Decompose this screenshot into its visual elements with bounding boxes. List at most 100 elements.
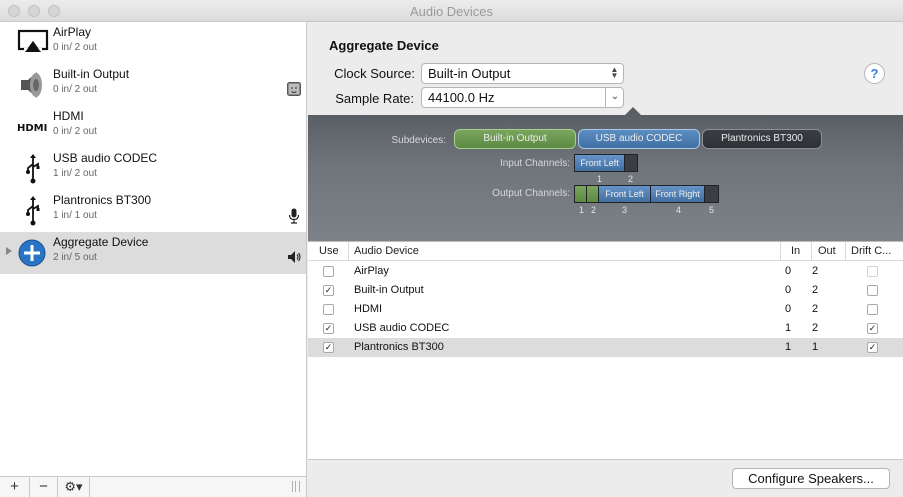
device-io: 0 in/ 2 out: [53, 126, 97, 137]
device-name: HDMI: [53, 109, 84, 123]
sample-rate-value: 44100.0 Hz: [428, 90, 495, 105]
use-checkbox[interactable]: ✓: [323, 342, 334, 353]
sidebar-toolbar: + − ⚙▾: [0, 476, 307, 497]
output-channel-5[interactable]: [705, 186, 718, 202]
column-divider[interactable]: [780, 242, 781, 261]
output-channel-number: 1: [579, 205, 585, 215]
in-cell: 1: [785, 341, 792, 353]
table-row[interactable]: ✓ Built-in Output 0 2: [308, 281, 903, 300]
use-checkbox[interactable]: [323, 304, 334, 315]
output-channel-number: 4: [676, 205, 682, 215]
disclosure-triangle-icon[interactable]: [6, 247, 12, 255]
help-button[interactable]: ?: [864, 63, 885, 84]
input-channel-number: 1: [597, 174, 603, 184]
subdevice-plantronics-bt300[interactable]: Plantronics BT300: [702, 129, 822, 149]
device-cell: AirPlay: [354, 265, 389, 277]
clock-source-label: Clock Source:: [334, 66, 415, 81]
finder-icon: [287, 82, 301, 96]
out-cell: 2: [812, 303, 819, 315]
column-header-drift-correction[interactable]: Drift C...: [851, 245, 891, 257]
column-header-in[interactable]: In: [791, 245, 800, 257]
use-checkbox[interactable]: [323, 266, 334, 277]
device-io: 1 in/ 2 out: [53, 168, 97, 179]
device-io: 2 in/ 5 out: [53, 252, 97, 263]
gear-menu-button[interactable]: ⚙▾: [58, 477, 90, 497]
device-cell: Plantronics BT300: [354, 341, 444, 353]
up-down-arrows-icon: ▲ ▼: [610, 65, 619, 80]
table-row[interactable]: AirPlay 0 2: [308, 262, 903, 281]
sidebar-item-hdmi[interactable]: HDMI HDMI 0 in/ 2 out: [0, 106, 306, 148]
input-channel-front-left[interactable]: Front Left: [575, 155, 625, 171]
usb-icon: [17, 154, 49, 184]
drift-checkbox[interactable]: [867, 304, 878, 315]
table-header: Use Audio Device In Out Drift C...: [308, 242, 903, 261]
drift-checkbox[interactable]: [867, 266, 878, 277]
output-channels-strip: Front Left Front Right: [574, 185, 719, 203]
output-channel-number: 5: [709, 205, 715, 215]
clock-source-select[interactable]: Built-in Output ▲ ▼: [421, 63, 624, 84]
out-cell: 2: [812, 284, 819, 296]
configure-speakers-button[interactable]: Configure Speakers...: [732, 468, 890, 489]
in-cell: 0: [785, 284, 792, 296]
in-cell: 1: [785, 322, 792, 334]
svg-text:HDMI: HDMI: [17, 123, 47, 134]
column-header-use[interactable]: Use: [319, 245, 339, 257]
sidebar-item-built-in-output[interactable]: Built-in Output 0 in/ 2 out: [0, 64, 306, 106]
sample-rate-combobox[interactable]: 44100.0 Hz ⌄: [421, 87, 624, 108]
panel-footer: Configure Speakers...: [308, 459, 903, 497]
drift-checkbox[interactable]: ✓: [867, 342, 878, 353]
input-channel-empty[interactable]: [625, 155, 637, 171]
column-header-out[interactable]: Out: [818, 245, 836, 257]
usb-icon: [17, 196, 49, 226]
drift-checkbox[interactable]: [867, 285, 878, 296]
chevron-down-icon[interactable]: ⌄: [605, 87, 624, 108]
hdmi-icon: HDMI: [17, 112, 49, 142]
output-channel-1[interactable]: [575, 186, 587, 202]
device-io: 1 in/ 1 out: [53, 210, 97, 221]
airplay-icon: [17, 28, 49, 58]
output-channel-2[interactable]: [587, 186, 599, 202]
column-divider[interactable]: [811, 242, 812, 261]
out-cell: 2: [812, 265, 819, 277]
column-divider[interactable]: [845, 242, 846, 261]
device-io: 0 in/ 2 out: [53, 42, 97, 53]
title-bar: Audio Devices: [0, 0, 903, 22]
device-name: AirPlay: [53, 25, 92, 39]
sidebar-item-plantronics-bt300[interactable]: Plantronics BT300 1 in/ 1 out: [0, 190, 306, 232]
audio-devices-window: Audio Devices AirPlay 0 in/ 2 out Built-…: [0, 0, 903, 497]
table-row[interactable]: HDMI 0 2: [308, 300, 903, 319]
out-cell: 2: [812, 322, 819, 334]
sidebar-item-aggregate-device[interactable]: Aggregate Device 2 in/ 5 out: [0, 232, 306, 274]
microphone-icon: [287, 208, 301, 224]
input-channels-strip: Front Left: [574, 154, 638, 172]
drift-checkbox[interactable]: ✓: [867, 323, 878, 334]
subdevice-built-in-output[interactable]: Built-in Output: [454, 129, 576, 149]
sidebar-item-airplay[interactable]: AirPlay 0 in/ 2 out: [0, 22, 306, 64]
input-channel-number: 2: [628, 174, 634, 184]
column-divider[interactable]: [348, 242, 349, 261]
out-cell: 1: [812, 341, 819, 353]
device-io: 0 in/ 2 out: [53, 84, 97, 95]
device-detail-panel: Aggregate Device Clock Source: Built-in …: [308, 22, 903, 497]
device-cell: Built-in Output: [354, 284, 424, 296]
selection-pointer: [624, 107, 642, 116]
remove-device-button[interactable]: −: [30, 477, 58, 497]
use-checkbox[interactable]: ✓: [323, 285, 334, 296]
subdevice-usb-audio-codec[interactable]: USB audio CODEC: [578, 129, 700, 149]
output-channel-front-left[interactable]: Front Left: [599, 186, 651, 202]
device-sidebar: AirPlay 0 in/ 2 out Built-in Output 0 in…: [0, 22, 307, 476]
resize-handle-icon[interactable]: [292, 481, 300, 492]
sidebar-item-usb-audio-codec[interactable]: USB audio CODEC 1 in/ 2 out: [0, 148, 306, 190]
device-cell: HDMI: [354, 303, 383, 315]
device-name: Aggregate Device: [53, 235, 149, 249]
column-header-audio-device[interactable]: Audio Device: [354, 245, 419, 257]
aggregate-plus-icon: [17, 238, 49, 268]
page-title: Aggregate Device: [329, 38, 439, 53]
table-row[interactable]: ✓ USB audio CODEC 1 2 ✓: [308, 319, 903, 338]
table-row[interactable]: ✓ Plantronics BT300 1 1 ✓: [308, 338, 903, 357]
device-name: Plantronics BT300: [53, 193, 152, 207]
clock-source-value: Built-in Output: [428, 66, 511, 81]
add-device-button[interactable]: +: [0, 477, 30, 497]
use-checkbox[interactable]: ✓: [323, 323, 334, 334]
output-channel-front-right[interactable]: Front Right: [651, 186, 705, 202]
